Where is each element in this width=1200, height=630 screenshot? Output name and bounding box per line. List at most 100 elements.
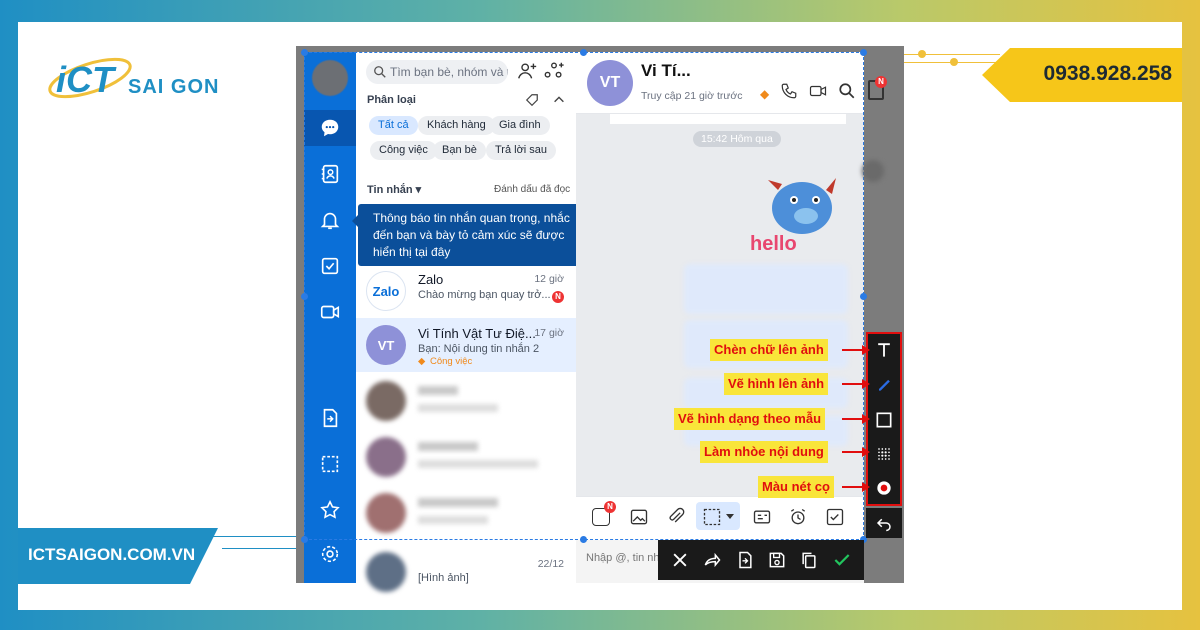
chip-work[interactable]: Công việc [370, 141, 437, 160]
undo-icon[interactable] [866, 508, 902, 538]
messages-dropdown[interactable]: Tin nhắn ▾ [367, 183, 421, 196]
conversation-preview: Chào mừng bạn quay trở... [418, 289, 551, 301]
conversation-item[interactable]: Zalo Zalo Chào mừng bạn quay trở... 12 g… [356, 264, 576, 318]
capture-action-bar [658, 540, 864, 580]
share-icon[interactable] [700, 548, 724, 572]
chat-bubble [684, 264, 848, 314]
conversation-time: 17 giờ [534, 327, 564, 339]
resize-handle[interactable] [860, 293, 867, 300]
pen-tool-icon[interactable] [868, 368, 900, 400]
notifications-nav-icon[interactable] [312, 202, 348, 238]
arrow-right-icon [862, 482, 870, 492]
conversation-item[interactable]: 22/12 [Hình ảnh] [356, 548, 576, 592]
blurred-preview [418, 460, 538, 468]
annotation-pen-label: Vẽ hình lên ảnh [724, 373, 829, 395]
send-file-icon[interactable] [733, 548, 757, 572]
conversation-item[interactable] [356, 430, 576, 484]
settings-nav-icon[interactable] [312, 536, 348, 572]
phone-number[interactable]: 0938.928.258 [1044, 62, 1172, 86]
chat-search-icon[interactable] [838, 82, 856, 100]
star-nav-icon[interactable] [312, 492, 348, 528]
chat-avatar[interactable]: VT [587, 60, 633, 106]
task-icon[interactable] [825, 507, 845, 527]
collapse-chevron-icon[interactable] [552, 93, 566, 107]
confirm-check-icon[interactable] [830, 548, 854, 572]
call-icon[interactable] [780, 82, 798, 100]
vt-avatar: VT [366, 325, 406, 365]
resize-handle[interactable] [301, 536, 308, 543]
arrow-right-icon [862, 447, 870, 457]
website-url[interactable]: ICTSAIGON.COM.VN [28, 545, 195, 565]
resize-handle[interactable] [301, 49, 308, 56]
todo-nav-icon[interactable] [312, 248, 348, 284]
conversation-preview: [Hình ảnh] [418, 572, 469, 584]
blur-tool-icon[interactable] [868, 438, 900, 470]
conversation-time: 22/12 [537, 558, 564, 570]
annotation-shape-label: Vẽ hình dạng theo mẫu [674, 408, 826, 430]
file-transfer-nav-icon[interactable] [312, 400, 348, 436]
annotation-blur-label: Làm nhòe nội dung [700, 441, 828, 463]
contacts-nav-icon[interactable] [312, 156, 348, 192]
conversation-item[interactable] [356, 374, 576, 428]
blurred-avatar [366, 381, 406, 421]
reminder-icon[interactable] [788, 507, 808, 527]
text-tool-icon[interactable] [868, 334, 900, 366]
annotation-text-label: Chèn chữ lên ảnh [710, 339, 828, 361]
video-call-icon[interactable] [808, 82, 828, 100]
chevron-down-icon [726, 514, 734, 519]
mark-read-link[interactable]: Đánh dấu đã đọc [494, 184, 570, 195]
message-input[interactable]: Nhập @, tin nh [586, 552, 660, 564]
zalo-avatar: Zalo [366, 271, 406, 311]
chip-all[interactable]: Tất cả [369, 116, 418, 135]
blurred-preview [418, 404, 498, 412]
work-tag: Công việc [430, 356, 473, 367]
screenshot-nav-icon[interactable] [312, 446, 348, 482]
conversation-item[interactable] [356, 486, 576, 540]
chip-reply-later[interactable]: Trả lời sau [486, 141, 557, 160]
blurred-name [418, 386, 458, 395]
resize-handle[interactable] [580, 49, 587, 56]
tag-settings-icon[interactable] [525, 93, 539, 107]
user-avatar[interactable] [312, 60, 348, 96]
ict-logo: iCT [48, 57, 132, 100]
logo-text: SAI GON [128, 76, 220, 98]
add-friend-icon[interactable] [516, 60, 538, 82]
screenshot-icon [703, 508, 721, 526]
attachment-icon[interactable] [666, 507, 686, 527]
resize-handle[interactable] [860, 49, 867, 56]
chat-status: Truy cập 21 giờ trước [641, 90, 743, 102]
arrow-right-icon [862, 379, 870, 389]
save-icon[interactable] [765, 548, 789, 572]
blurred-avatar [366, 437, 406, 477]
chat-title: Vi Tí... [641, 61, 691, 80]
chip-family[interactable]: Gia đình [490, 116, 550, 135]
hello-sticker: hello [750, 178, 836, 254]
image-icon[interactable] [629, 507, 649, 527]
resize-handle[interactable] [580, 536, 587, 543]
search-icon [374, 66, 386, 78]
blurred-name [418, 442, 478, 451]
blurred-avatar [366, 493, 406, 533]
conversation-time: 12 giờ [534, 273, 564, 285]
copy-icon[interactable] [797, 548, 821, 572]
messages-nav-icon[interactable] [304, 110, 356, 146]
conversation-preview: Bạn: Nội dung tin nhắn 2 [418, 343, 540, 355]
conversation-name: Vi Tính Vật Tư Điệ... [418, 326, 536, 341]
resize-handle[interactable] [301, 293, 308, 300]
search-input[interactable]: Tìm bạn bè, nhóm và t [366, 60, 508, 84]
conversation-item-selected[interactable]: VT Vi Tính Vật Tư Điệ... Bạn: Nội dung t… [356, 318, 576, 372]
tag-icon[interactable]: ◆ [760, 87, 769, 101]
video-call-nav-icon[interactable] [312, 294, 348, 330]
notification-badge-icon: N [875, 76, 887, 88]
rectangle-tool-icon[interactable] [868, 404, 900, 436]
conversation-name: Zalo [418, 272, 444, 287]
annotation-color-label: Màu nét cọ [758, 476, 834, 498]
chip-customers[interactable]: Khách hàng [418, 116, 495, 135]
create-group-icon[interactable] [543, 60, 565, 82]
blurred-avatar [366, 552, 406, 592]
arrow-right-icon [862, 414, 870, 424]
color-tool-icon[interactable] [868, 472, 900, 504]
contact-card-icon[interactable] [752, 507, 772, 527]
close-icon[interactable] [668, 548, 692, 572]
chip-friends[interactable]: Bạn bè [433, 141, 486, 160]
